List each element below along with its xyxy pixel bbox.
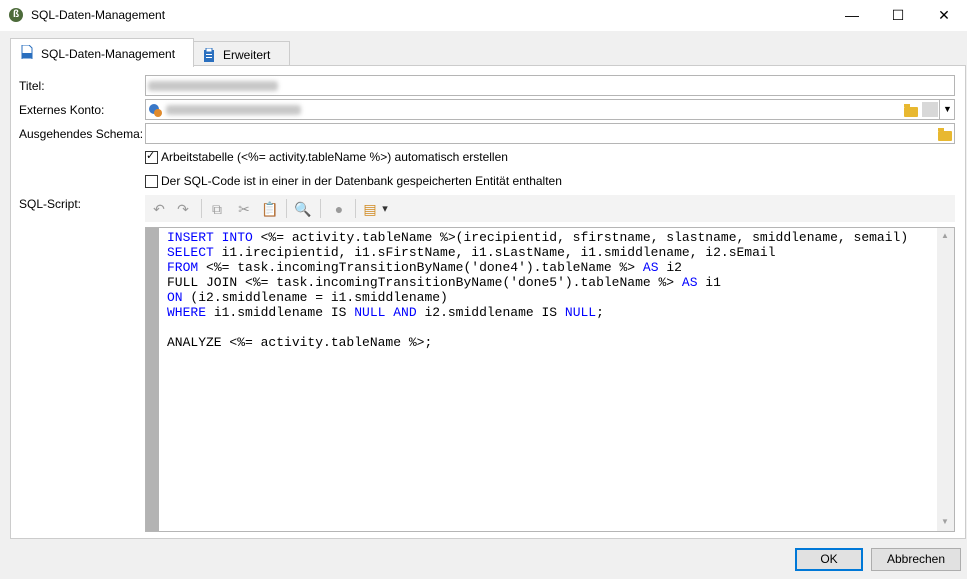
code-text: i2.smiddlename IS	[416, 305, 565, 320]
code-keyword: NULL AND	[354, 305, 417, 320]
code-keyword: AS	[642, 260, 659, 275]
undo-icon[interactable]: ↶	[149, 199, 169, 219]
code-text: ;	[596, 305, 604, 320]
folder-icon[interactable]	[904, 104, 918, 117]
code-keyword: NULL	[564, 305, 597, 320]
cancel-button[interactable]: Abbrechen	[871, 548, 961, 571]
titel-input[interactable]	[145, 75, 955, 96]
tab-label: SQL-Daten-Management	[41, 47, 176, 61]
code-text: i1.irecipientid, i1.sFirstName, i1.sLast…	[213, 245, 776, 260]
app-icon: ß	[9, 8, 23, 22]
chevron-down-icon[interactable]: ▼	[939, 100, 955, 119]
code-text: ANALYZE <%= activity.tableName %>;	[167, 335, 433, 350]
code-line: SELECT i1.irecipientid, i1.sFirstName, i…	[167, 245, 908, 260]
check-syntax-icon[interactable]: ●	[329, 199, 349, 219]
code-text: <%= activity.tableName %>(irecipientid, …	[252, 230, 909, 245]
toolbar-separator	[320, 199, 321, 218]
code-line: ON (i2.smiddlename = i1.smiddlename)	[167, 290, 908, 305]
tab-erweitert[interactable]: Erweitert	[192, 41, 290, 66]
sql-file-icon	[21, 45, 33, 59]
code-keyword: FROM	[167, 260, 199, 275]
maximize-button[interactable]: ☐	[875, 0, 921, 31]
ausgehendes-schema-input[interactable]	[145, 123, 955, 144]
find-icon[interactable]: 🔍	[293, 199, 313, 219]
entity-checkbox[interactable]	[145, 175, 158, 188]
code-keyword: WHERE	[167, 305, 207, 320]
auto-create-label: Arbeitstabelle (<%= activity.tableName %…	[161, 150, 508, 164]
ausgehendes-schema-label: Ausgehendes Schema:	[19, 127, 144, 141]
external-account-icon	[149, 104, 162, 117]
ok-button[interactable]: OK	[795, 548, 863, 571]
externes-konto-label: Externes Konto:	[19, 103, 105, 117]
code-line: INSERT INTO <%= activity.tableName %>(ir…	[167, 230, 908, 245]
toolbar-separator	[355, 199, 356, 218]
auto-create-checkbox[interactable]	[145, 149, 158, 164]
tab-label: Erweitert	[223, 48, 271, 62]
title-bar: ß SQL-Daten-Management — ☐ ✕	[0, 0, 967, 31]
chevron-down-icon[interactable]: ▾	[375, 199, 395, 219]
copy-icon[interactable]: ⧉	[207, 199, 227, 219]
code-keyword: SELECT	[167, 245, 214, 260]
toolbar-separator	[201, 199, 202, 218]
code-line: ANALYZE <%= activity.tableName %>;	[167, 335, 908, 350]
scroll-up-icon[interactable]: ▲	[940, 231, 950, 240]
titel-label: Titel:	[19, 79, 45, 93]
externes-konto-field[interactable]: ▼	[145, 99, 955, 120]
editor-toolbar: ↶ ↷ ⧉ ✂ 📋 🔍 ● ▤ ▾	[145, 195, 955, 222]
toolbar-separator	[286, 199, 287, 218]
minimize-button[interactable]: —	[829, 0, 875, 31]
redo-icon[interactable]: ↷	[173, 199, 193, 219]
folder-icon[interactable]	[938, 128, 952, 141]
code-keyword: AS	[681, 275, 698, 290]
code-keyword: INSERT INTO	[167, 230, 253, 245]
sql-editor[interactable]: INSERT INTO <%= activity.tableName %>(ir…	[145, 227, 955, 532]
code-text: i1	[697, 275, 721, 290]
code-line: WHERE i1.smiddlename IS NULL AND i2.smid…	[167, 305, 908, 320]
code-text: <%= task.incomingTransitionByName('done4…	[198, 260, 643, 275]
paste-icon[interactable]: 📋	[260, 199, 280, 219]
clipboard-icon	[204, 48, 214, 62]
close-button[interactable]: ✕	[921, 0, 967, 31]
tab-sql-daten-management[interactable]: SQL-Daten-Management	[10, 38, 194, 67]
code-line: FULL JOIN <%= task.incomingTransitionByN…	[167, 275, 908, 290]
clear-button[interactable]	[922, 102, 938, 117]
redacted-text	[166, 105, 301, 115]
code-line: FROM <%= task.incomingTransitionByName('…	[167, 260, 908, 275]
cut-icon[interactable]: ✂	[234, 199, 254, 219]
editor-gutter	[146, 228, 159, 531]
window-title: SQL-Daten-Management	[31, 8, 166, 22]
sql-script-label: SQL-Script:	[19, 197, 82, 211]
redacted-text	[148, 81, 278, 91]
scroll-down-icon[interactable]: ▼	[940, 517, 950, 526]
code-text: i2	[658, 260, 682, 275]
entity-label: Der SQL-Code ist in einer in der Datenba…	[161, 174, 562, 188]
sql-code[interactable]: INSERT INTO <%= activity.tableName %>(ir…	[167, 230, 908, 350]
code-text: FULL JOIN <%= task.incomingTransitionByN…	[167, 275, 682, 290]
code-text: i1.smiddlename IS	[206, 305, 355, 320]
code-keyword: ON	[167, 290, 183, 305]
code-text: (i2.smiddlename = i1.smiddlename)	[182, 290, 448, 305]
vertical-scrollbar[interactable]: ▲ ▼	[937, 228, 954, 531]
